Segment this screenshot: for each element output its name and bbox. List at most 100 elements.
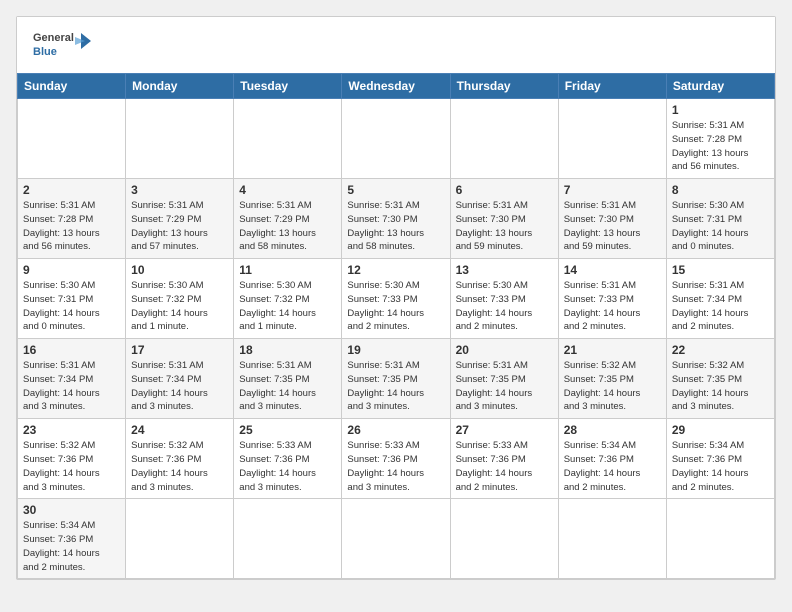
calendar-cell <box>450 499 558 579</box>
calendar-table: SundayMondayTuesdayWednesdayThursdayFrid… <box>17 73 775 579</box>
calendar-cell: 8Sunrise: 5:30 AM Sunset: 7:31 PM Daylig… <box>666 179 774 259</box>
day-info: Sunrise: 5:30 AM Sunset: 7:33 PM Dayligh… <box>456 279 553 334</box>
calendar-cell: 14 Sunrise: 5:31 AM Sunset: 7:33 PM Dayli… <box>558 259 666 339</box>
calendar-cell: 18Sunrise: 5:31 AM Sunset: 7:35 PM Dayli… <box>234 339 342 419</box>
calendar-cell: 28 Sunrise: 5:34 AM Sunset: 7:36 PM Dayli… <box>558 419 666 499</box>
calendar-cell <box>666 499 774 579</box>
calendar-cell <box>342 499 450 579</box>
calendar-cell: 17Sunrise: 5:31 AM Sunset: 7:34 PM Dayli… <box>126 339 234 419</box>
day-info: Sunrise: 5:30 AM Sunset: 7:33 PM Dayligh… <box>347 279 444 334</box>
calendar-cell <box>18 99 126 179</box>
day-number: 19 <box>347 343 444 357</box>
calendar-cell: 20 Sunrise: 5:31 AM Sunset: 7:35 PM Dayli… <box>450 339 558 419</box>
day-info: Sunrise: 5:31 AM Sunset: 7:35 PM Dayligh… <box>347 359 444 414</box>
generalblue-logo-icon: General Blue <box>33 27 93 65</box>
day-info: Sunrise: 5:34 AM Sunset: 7:36 PM Dayligh… <box>23 519 120 574</box>
calendar-cell: 11Sunrise: 5:30 AM Sunset: 7:32 PM Dayli… <box>234 259 342 339</box>
calendar-cell: 19 Sunrise: 5:31 AM Sunset: 7:35 PM Dayli… <box>342 339 450 419</box>
day-info: Sunrise: 5:34 AM Sunset: 7:36 PM Dayligh… <box>564 439 661 494</box>
day-number: 1 <box>672 103 769 117</box>
day-number: 10 <box>131 263 228 277</box>
day-number: 5 <box>347 183 444 197</box>
calendar-cell: 27Sunrise: 5:33 AM Sunset: 7:36 PM Dayli… <box>450 419 558 499</box>
day-info: Sunrise: 5:31 AM Sunset: 7:30 PM Dayligh… <box>564 199 661 254</box>
calendar-week-row: 2 Sunrise: 5:31 AM Sunset: 7:28 PM Daylig… <box>18 179 775 259</box>
calendar-cell: 21 Sunrise: 5:32 AM Sunset: 7:35 PM Dayli… <box>558 339 666 419</box>
weekday-header-wednesday: Wednesday <box>342 74 450 99</box>
day-number: 14 <box>564 263 661 277</box>
calendar-cell: 13 Sunrise: 5:30 AM Sunset: 7:33 PM Dayli… <box>450 259 558 339</box>
day-info: Sunrise: 5:30 AM Sunset: 7:32 PM Dayligh… <box>131 279 228 334</box>
day-info: Sunrise: 5:31 AM Sunset: 7:30 PM Dayligh… <box>347 199 444 254</box>
day-info: Sunrise: 5:31 AM Sunset: 7:35 PM Dayligh… <box>239 359 336 414</box>
day-number: 21 <box>564 343 661 357</box>
day-number: 11 <box>239 263 336 277</box>
day-number: 25 <box>239 423 336 437</box>
calendar-cell: 7 Sunrise: 5:31 AM Sunset: 7:30 PM Daylig… <box>558 179 666 259</box>
calendar-week-row: 1 Sunrise: 5:31 AM Sunset: 7:28 PM Daylig… <box>18 99 775 179</box>
day-number: 2 <box>23 183 120 197</box>
calendar-cell: 1 Sunrise: 5:31 AM Sunset: 7:28 PM Daylig… <box>666 99 774 179</box>
calendar-cell: 22 Sunrise: 5:32 AM Sunset: 7:35 PM Dayli… <box>666 339 774 419</box>
calendar-cell: 2 Sunrise: 5:31 AM Sunset: 7:28 PM Daylig… <box>18 179 126 259</box>
calendar-cell: 16 Sunrise: 5:31 AM Sunset: 7:34 PM Dayli… <box>18 339 126 419</box>
calendar-cell: 23Sunrise: 5:32 AM Sunset: 7:36 PM Dayli… <box>18 419 126 499</box>
day-info: Sunrise: 5:32 AM Sunset: 7:35 PM Dayligh… <box>672 359 769 414</box>
day-info: Sunrise: 5:31 AM Sunset: 7:34 PM Dayligh… <box>672 279 769 334</box>
day-number: 30 <box>23 503 120 517</box>
day-number: 27 <box>456 423 553 437</box>
calendar-cell: 5 Sunrise: 5:31 AM Sunset: 7:30 PM Daylig… <box>342 179 450 259</box>
calendar-week-row: 16 Sunrise: 5:31 AM Sunset: 7:34 PM Dayli… <box>18 339 775 419</box>
calendar-cell <box>558 99 666 179</box>
day-number: 7 <box>564 183 661 197</box>
calendar-week-row: 9 Sunrise: 5:30 AM Sunset: 7:31 PM Daylig… <box>18 259 775 339</box>
day-info: Sunrise: 5:31 AM Sunset: 7:34 PM Dayligh… <box>23 359 120 414</box>
day-info: Sunrise: 5:32 AM Sunset: 7:36 PM Dayligh… <box>23 439 120 494</box>
weekday-header-tuesday: Tuesday <box>234 74 342 99</box>
calendar-cell <box>558 499 666 579</box>
day-info: Sunrise: 5:32 AM Sunset: 7:36 PM Dayligh… <box>131 439 228 494</box>
calendar-cell <box>234 499 342 579</box>
day-number: 15 <box>672 263 769 277</box>
calendar-cell: 9 Sunrise: 5:30 AM Sunset: 7:31 PM Daylig… <box>18 259 126 339</box>
calendar-header: General Blue <box>17 17 775 73</box>
day-number: 3 <box>131 183 228 197</box>
calendar-cell: 24 Sunrise: 5:32 AM Sunset: 7:36 PM Dayli… <box>126 419 234 499</box>
day-number: 20 <box>456 343 553 357</box>
day-info: Sunrise: 5:30 AM Sunset: 7:31 PM Dayligh… <box>23 279 120 334</box>
day-info: Sunrise: 5:31 AM Sunset: 7:28 PM Dayligh… <box>23 199 120 254</box>
day-number: 13 <box>456 263 553 277</box>
svg-text:General: General <box>33 32 74 44</box>
weekday-header-thursday: Thursday <box>450 74 558 99</box>
day-info: Sunrise: 5:31 AM Sunset: 7:35 PM Dayligh… <box>456 359 553 414</box>
calendar-cell: 30 Sunrise: 5:34 AM Sunset: 7:36 PM Dayli… <box>18 499 126 579</box>
day-number: 4 <box>239 183 336 197</box>
day-number: 26 <box>347 423 444 437</box>
day-info: Sunrise: 5:31 AM Sunset: 7:28 PM Dayligh… <box>672 119 769 174</box>
day-number: 22 <box>672 343 769 357</box>
day-info: Sunrise: 5:31 AM Sunset: 7:29 PM Dayligh… <box>239 199 336 254</box>
calendar-cell: 4 Sunrise: 5:31 AM Sunset: 7:29 PM Daylig… <box>234 179 342 259</box>
calendar-cell: 10 Sunrise: 5:30 AM Sunset: 7:32 PM Dayli… <box>126 259 234 339</box>
day-number: 16 <box>23 343 120 357</box>
weekday-header-friday: Friday <box>558 74 666 99</box>
day-number: 28 <box>564 423 661 437</box>
calendar-cell <box>450 99 558 179</box>
day-number: 12 <box>347 263 444 277</box>
weekday-header-sunday: Sunday <box>18 74 126 99</box>
calendar-cell: 12 Sunrise: 5:30 AM Sunset: 7:33 PM Dayli… <box>342 259 450 339</box>
calendar-cell <box>126 99 234 179</box>
day-info: Sunrise: 5:31 AM Sunset: 7:34 PM Dayligh… <box>131 359 228 414</box>
calendar-container: General Blue SundayMondayTuesdayWednesda… <box>16 16 776 580</box>
day-number: 24 <box>131 423 228 437</box>
calendar-cell: 29Sunrise: 5:34 AM Sunset: 7:36 PM Dayli… <box>666 419 774 499</box>
day-info: Sunrise: 5:31 AM Sunset: 7:33 PM Dayligh… <box>564 279 661 334</box>
weekday-header-saturday: Saturday <box>666 74 774 99</box>
day-info: Sunrise: 5:33 AM Sunset: 7:36 PM Dayligh… <box>239 439 336 494</box>
day-number: 29 <box>672 423 769 437</box>
day-info: Sunrise: 5:33 AM Sunset: 7:36 PM Dayligh… <box>347 439 444 494</box>
day-info: Sunrise: 5:31 AM Sunset: 7:30 PM Dayligh… <box>456 199 553 254</box>
day-info: Sunrise: 5:32 AM Sunset: 7:35 PM Dayligh… <box>564 359 661 414</box>
calendar-cell: 3Sunrise: 5:31 AM Sunset: 7:29 PM Daylig… <box>126 179 234 259</box>
day-number: 9 <box>23 263 120 277</box>
